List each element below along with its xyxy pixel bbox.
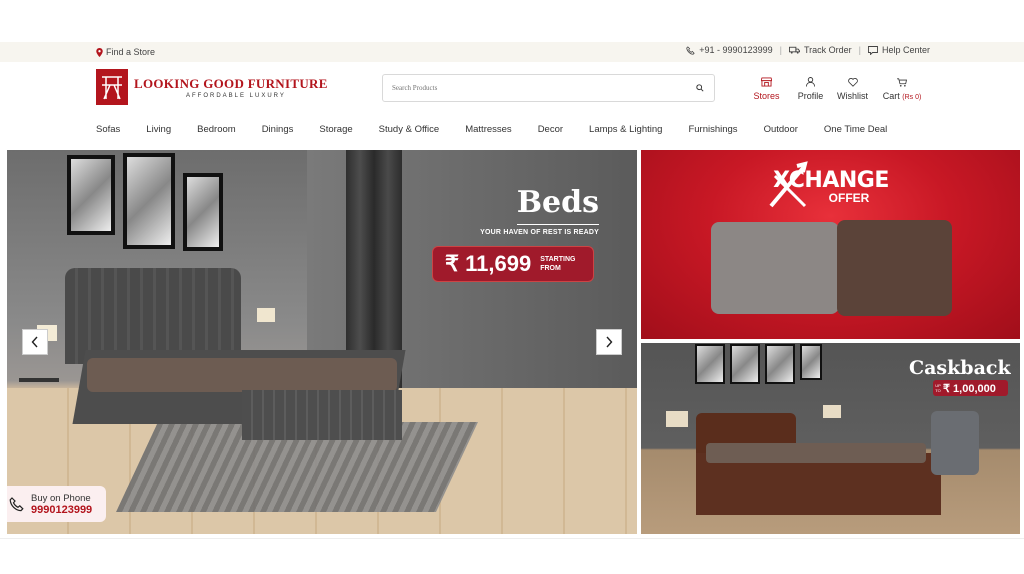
side-table [19, 378, 59, 382]
sofa-old [711, 222, 839, 314]
brand-name: LOOKING GOOD FURNITURE [134, 75, 328, 91]
nav-item-furnishings[interactable]: Furnishings [688, 124, 737, 135]
art-frame [183, 173, 223, 251]
wall-art [67, 153, 223, 251]
lamp [666, 411, 688, 427]
price-badge: ₹ 11,699 STARTING FROM [432, 246, 594, 282]
exchange-arrows-icon [769, 161, 808, 208]
carousel-prev-button[interactable] [22, 329, 48, 355]
divider: | [779, 45, 782, 55]
phone-number: +91 - 9990123999 [699, 45, 773, 55]
nav-item-dinings[interactable]: Dinings [262, 124, 294, 135]
page-top-margin [0, 0, 1024, 42]
art-frame [730, 344, 760, 384]
brand-logo[interactable]: LOOKING GOOD FURNITURE AFFORDABLE LUXURY [96, 69, 328, 105]
find-store-label: Find a Store [106, 47, 156, 57]
stores-label: Stores [753, 91, 780, 101]
bed-sheet [87, 358, 397, 392]
chevron-right-icon [606, 336, 613, 348]
hero-subtitle: YOUR HAVEN OF REST IS READY [480, 229, 599, 236]
find-store-link[interactable]: Find a Store [96, 47, 155, 57]
profile-label: Profile [797, 91, 824, 101]
wishlist-button[interactable]: Wishlist [836, 76, 869, 101]
main-nav: Sofas Living Bedroom Dinings Storage Stu… [0, 116, 1024, 144]
nav-item-lamps-lighting[interactable]: Lamps & Lighting [589, 124, 662, 135]
art-frame [800, 344, 822, 380]
page-bottom-margin [0, 538, 1024, 574]
bed-sheet [706, 443, 926, 463]
hero-title: Beds [516, 185, 599, 220]
chevron-left-icon [31, 336, 38, 348]
cart-icon [897, 77, 907, 87]
cart-button[interactable]: Cart (Rs 0) [881, 76, 923, 101]
heart-icon [847, 77, 858, 87]
user-icon [806, 77, 815, 87]
lamp [257, 308, 275, 322]
hero-banner[interactable]: Beds YOUR HAVEN OF REST IS READY ₹ 11,69… [7, 150, 637, 534]
cashback-banner[interactable]: Caskback UP TO ₹ 1,00,000 [641, 343, 1020, 534]
brand-tagline: AFFORDABLE LUXURY [186, 92, 286, 99]
search-input[interactable] [383, 75, 686, 101]
wishlist-label: Wishlist [837, 91, 868, 101]
phone-icon [9, 497, 24, 512]
bed-footboard [242, 390, 402, 440]
site-header: LOOKING GOOD FURNITURE AFFORDABLE LUXURY… [0, 62, 1024, 116]
lamp [823, 405, 841, 418]
carousel-next-button[interactable] [596, 329, 622, 355]
sofa-new [837, 220, 952, 316]
stores-button[interactable]: Stores [752, 76, 781, 101]
nav-item-study-office[interactable]: Study & Office [379, 124, 440, 135]
phone-link[interactable]: +91 - 9990123999 [686, 45, 773, 55]
exchange-offer-banner[interactable]: XCHANGE OFFER [641, 150, 1020, 339]
buy-on-phone-number: 9990123999 [31, 503, 93, 516]
track-order-label: Track Order [803, 45, 852, 55]
cart-label: Cart [882, 91, 900, 101]
art-frame [765, 344, 795, 384]
track-order-link[interactable]: Track Order [788, 45, 852, 55]
nav-item-mattresses[interactable]: Mattresses [465, 124, 511, 135]
cashback-badge: UP TO ₹ 1,00,000 [933, 380, 1008, 396]
location-pin-icon [96, 47, 103, 57]
nav-item-one-time-deal[interactable]: One Time Deal [824, 124, 887, 135]
nav-item-outdoor[interactable]: Outdoor [764, 124, 798, 135]
wall-art [695, 344, 822, 384]
store-icon [761, 77, 772, 87]
cashback-amount: ₹ 1,00,000 [943, 382, 996, 395]
search-bar [382, 74, 715, 102]
search-icon [696, 84, 704, 92]
nav-item-decor[interactable]: Decor [538, 124, 563, 135]
hero-divider [517, 224, 599, 225]
nav-item-storage[interactable]: Storage [319, 124, 352, 135]
search-button[interactable] [686, 75, 714, 101]
divider: | [858, 45, 861, 55]
nav-item-sofas[interactable]: Sofas [96, 124, 120, 135]
chat-icon [868, 45, 878, 55]
armchair [931, 411, 979, 475]
hero-price: ₹ 11,699 [445, 251, 532, 276]
logo-mark [96, 69, 128, 105]
price-suffix-from: FROM [540, 265, 561, 272]
cart-count: (Rs 0) [902, 94, 922, 101]
top-bar: Find a Store +91 - 9990123999 | Track Or… [0, 42, 1024, 62]
cashback-prefix-to: TO [935, 388, 941, 393]
price-suffix-starting: STARTING [540, 256, 576, 263]
profile-button[interactable]: Profile [797, 76, 824, 101]
art-frame [67, 155, 115, 235]
buy-on-phone-label: Buy on Phone [31, 492, 91, 504]
truck-icon [788, 46, 800, 54]
nav-item-bedroom[interactable]: Bedroom [197, 124, 236, 135]
help-center-label: Help Center [881, 45, 930, 55]
art-frame [695, 344, 725, 384]
nav-item-living[interactable]: Living [146, 124, 171, 135]
help-center-link[interactable]: Help Center [868, 45, 930, 55]
cashback-title: Caskback [909, 357, 1011, 379]
phone-icon [686, 45, 695, 55]
art-frame [123, 153, 175, 249]
buy-on-phone-button[interactable]: Buy on Phone 9990123999 [7, 486, 106, 522]
